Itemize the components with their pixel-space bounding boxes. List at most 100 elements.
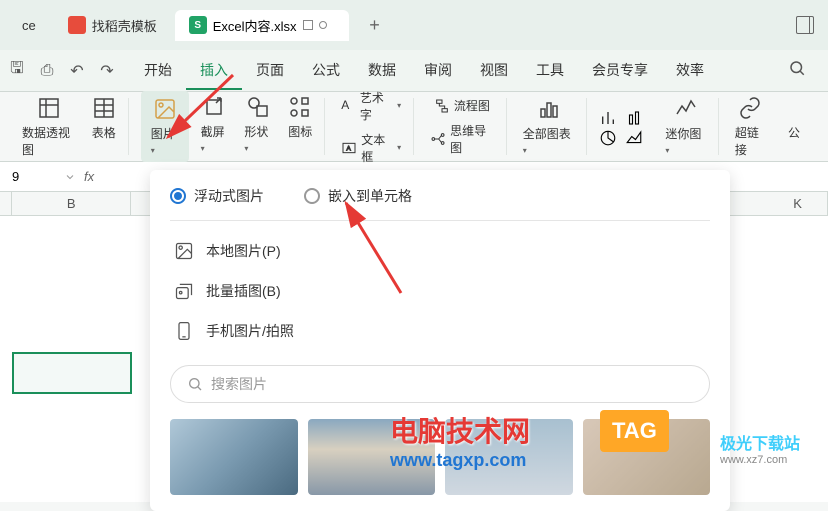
ribbon-group-diagrams: 流程图 思维导图	[418, 98, 507, 155]
table-button[interactable]: 表格	[88, 92, 120, 162]
tab-active-file[interactable]: S Excel内容.xlsx	[175, 10, 349, 41]
col-header-b[interactable]: B	[12, 192, 131, 215]
column-chart-icon[interactable]	[625, 109, 641, 125]
ribbon-group-charttypes	[591, 98, 649, 155]
save-icon[interactable]: 🖫	[8, 62, 26, 80]
thumbnail-1[interactable]	[170, 419, 298, 495]
ribbon-group-links: 超链接 公	[723, 98, 818, 155]
textbox-button[interactable]: A 文本框 ▾	[337, 129, 405, 167]
chevron-down-icon: ▾	[397, 143, 401, 152]
partial-button[interactable]: 公	[778, 92, 810, 162]
chevron-down-icon[interactable]	[64, 171, 76, 183]
local-image-label: 本地图片(P)	[206, 241, 281, 261]
batch-label: 批量插图(B)	[206, 281, 281, 301]
col-header-k[interactable]: K	[768, 192, 828, 215]
menu-data[interactable]: 数据	[354, 52, 410, 90]
area-chart-icon[interactable]	[625, 129, 641, 145]
tab-partial-left[interactable]: ce	[8, 12, 50, 39]
search-placeholder: 搜索图片	[211, 374, 267, 394]
pie-chart-icon[interactable]	[599, 129, 615, 145]
menu-member[interactable]: 会员专享	[578, 52, 662, 90]
image-search-input[interactable]: 搜索图片	[170, 365, 710, 403]
embed-label: 嵌入到单元格	[328, 186, 412, 206]
partial-label: 公	[788, 124, 800, 141]
menu-tools[interactable]: 工具	[522, 52, 578, 90]
pivot-table-button[interactable]: 数据透视图	[18, 92, 80, 162]
flowchart-label: 流程图	[454, 97, 490, 114]
hyperlink-button[interactable]: 超链接	[731, 92, 770, 162]
image-icon	[174, 241, 194, 261]
ribbon: 数据透视图 表格 图片 ▾ 截屏 ▾	[0, 92, 828, 162]
floating-image-option[interactable]: 浮动式图片	[170, 186, 264, 206]
svg-text:A: A	[347, 145, 352, 152]
radio-selected-icon	[170, 188, 186, 204]
textbox-label: 文本框	[361, 131, 393, 165]
chart-icon	[537, 97, 561, 121]
table-icon	[92, 96, 116, 120]
tab-label: ce	[22, 18, 36, 33]
pivot-label: 数据透视图	[22, 124, 76, 158]
menu-page[interactable]: 页面	[242, 52, 298, 90]
menu-formula[interactable]: 公式	[298, 52, 354, 90]
ribbon-group-charts: 全部图表 ▾	[511, 98, 588, 155]
template-icon	[68, 16, 86, 34]
mindmap-button[interactable]: 思维导图	[426, 120, 498, 158]
bar-chart-icon[interactable]	[599, 109, 615, 125]
excel-icon: S	[189, 16, 207, 34]
thumbnail-4[interactable]	[583, 419, 711, 495]
menu-items: 开始 插入 页面 公式 数据 审阅 视图 工具 会员专享 效率	[130, 52, 718, 90]
wordart-button[interactable]: A 艺术字 ▾	[337, 87, 405, 125]
picture-dropdown-panel: 浮动式图片 嵌入到单元格 本地图片(P) 批量插图(B) 手机图片/拍照 搜索图…	[150, 170, 730, 511]
insert-mode-radios: 浮动式图片 嵌入到单元格	[170, 186, 710, 221]
print-icon[interactable]: ⎙	[38, 62, 56, 80]
close-dot[interactable]	[319, 21, 327, 29]
shapes-button[interactable]: 形状 ▾	[240, 91, 276, 162]
menu-efficiency[interactable]: 效率	[662, 52, 718, 90]
all-charts-button[interactable]: 全部图表 ▾	[519, 93, 579, 160]
screenshot-button[interactable]: 截屏 ▾	[197, 91, 233, 162]
batch-insert-item[interactable]: 批量插图(B)	[170, 271, 710, 311]
sparkline-icon	[674, 97, 698, 121]
menu-start[interactable]: 开始	[130, 52, 186, 90]
tab-templates[interactable]: 找稻壳模板	[54, 10, 171, 41]
image-thumbnails	[170, 419, 710, 495]
menu-insert[interactable]: 插入	[186, 52, 242, 90]
menu-review[interactable]: 审阅	[410, 52, 466, 90]
selected-cell[interactable]	[12, 352, 132, 394]
table-label: 表格	[92, 124, 116, 141]
embed-cell-option[interactable]: 嵌入到单元格	[304, 186, 412, 206]
batch-icon	[174, 281, 194, 301]
undo-icon[interactable]: ↶	[68, 62, 86, 80]
add-tab-button[interactable]: +	[363, 13, 387, 37]
select-all-corner[interactable]	[0, 192, 12, 215]
tab-label: Excel内容.xlsx	[213, 16, 297, 35]
screenshot-label: 截屏 ▾	[201, 123, 229, 154]
search-icon[interactable]	[774, 59, 820, 82]
title-bar: ce 找稻壳模板 S Excel内容.xlsx +	[0, 0, 828, 50]
window-icon[interactable]	[303, 20, 313, 30]
picture-button[interactable]: 图片 ▾	[141, 91, 189, 162]
sparkline-button[interactable]: 迷你图 ▾	[661, 93, 709, 160]
screenshot-icon	[202, 95, 226, 119]
menu-view[interactable]: 视图	[466, 52, 522, 90]
menu-bar: 🖫 ⎙ ↶ ↷ 开始 插入 页面 公式 数据 审阅 视图 工具 会员专享 效率	[0, 50, 828, 92]
tab-indicators	[303, 20, 327, 30]
pivot-icon	[37, 96, 61, 120]
flowchart-button[interactable]: 流程图	[430, 95, 494, 116]
icons-button[interactable]: 图标	[284, 91, 316, 162]
tab-label: 找稻壳模板	[92, 16, 157, 35]
phone-image-item[interactable]: 手机图片/拍照	[170, 311, 710, 351]
layout-icon[interactable]	[796, 16, 814, 34]
cell-name-box[interactable]: 9	[4, 169, 64, 184]
partial-icon	[782, 96, 806, 120]
thumbnail-3[interactable]	[445, 419, 573, 495]
ribbon-group-text: A 艺术字 ▾ A 文本框 ▾	[329, 98, 414, 155]
redo-icon[interactable]: ↷	[98, 62, 116, 80]
fx-label[interactable]: fx	[76, 169, 102, 184]
radio-icon	[304, 188, 320, 204]
local-image-item[interactable]: 本地图片(P)	[170, 231, 710, 271]
ribbon-group-media: 图片 ▾ 截屏 ▾ 形状 ▾ 图标	[133, 98, 325, 155]
thumbnail-2[interactable]	[308, 419, 436, 495]
link-icon	[738, 96, 762, 120]
chevron-down-icon: ▾	[397, 101, 401, 110]
